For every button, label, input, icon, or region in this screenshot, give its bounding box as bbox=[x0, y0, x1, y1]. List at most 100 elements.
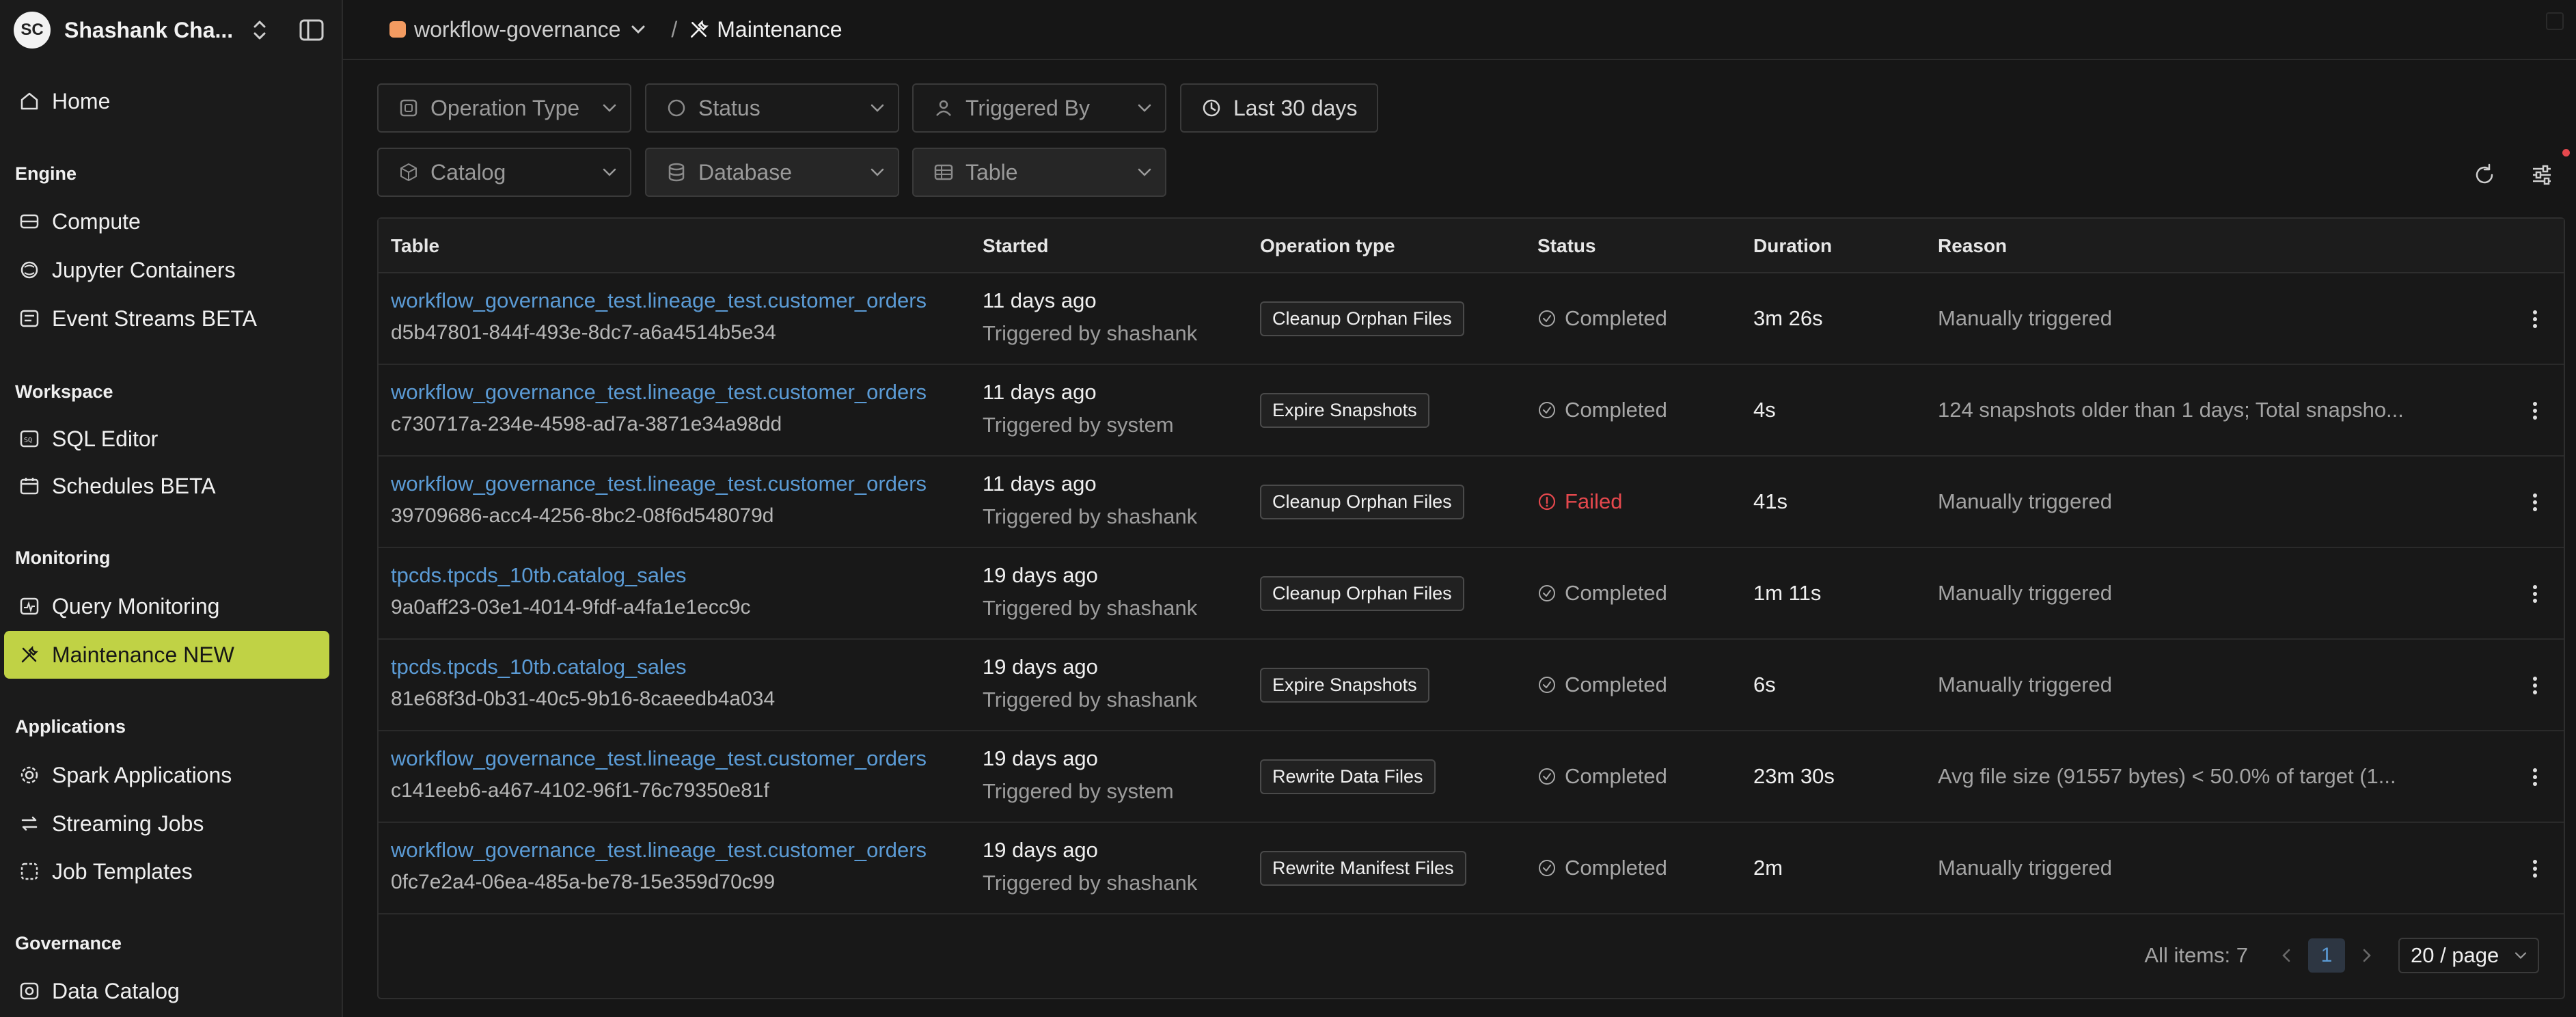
operation-type-filter[interactable]: Operation Type bbox=[377, 83, 631, 133]
run-id: 81e68f3d-0b31-40c5-9b16-8caeedb4a034 bbox=[391, 688, 776, 710]
operation-cell: Cleanup Orphan Files bbox=[1260, 301, 1464, 336]
page-size-select[interactable]: 20 / page bbox=[2398, 938, 2539, 973]
user-menu[interactable]: SC Shashank Cha... bbox=[14, 8, 335, 52]
chevron-down-icon bbox=[1136, 167, 1153, 178]
sidebar-item-compute[interactable]: Compute bbox=[4, 198, 329, 245]
table-row[interactable]: workflow_governance_test.lineage_test.cu… bbox=[379, 365, 2564, 457]
sidebar-toggle-icon[interactable] bbox=[297, 15, 327, 45]
table-link[interactable]: workflow_governance_test.lineage_test.cu… bbox=[391, 380, 927, 405]
column-header-table[interactable]: Table bbox=[391, 235, 439, 257]
workspace-selector[interactable]: workflow-governance bbox=[414, 17, 620, 42]
home-icon bbox=[15, 87, 44, 116]
sidebar-item-jupyter[interactable]: Jupyter Containers bbox=[4, 246, 329, 294]
maintenance-table: Table Started Operation type Status Dura… bbox=[377, 217, 2565, 999]
operation-cell: Cleanup Orphan Files bbox=[1260, 576, 1464, 611]
table-cell-name: tpcds.tpcds_10tb.catalog_sales 81e68f3d-0… bbox=[391, 655, 775, 711]
sidebar-item-event-streams[interactable]: Event Streams BETA bbox=[4, 295, 329, 342]
nav-section-monitoring: Monitoring bbox=[15, 547, 111, 568]
refresh-icon[interactable] bbox=[2468, 159, 2501, 191]
started-time: 19 days ago bbox=[983, 746, 1098, 770]
sidebar-item-spark-applications[interactable]: Spark Applications bbox=[4, 751, 329, 799]
operation-cell: Rewrite Data Files bbox=[1260, 759, 1436, 794]
duration: 3m 26s bbox=[1753, 306, 1823, 330]
chevron-down-icon bbox=[1136, 103, 1153, 113]
operation-icon bbox=[396, 96, 421, 120]
triggered-by: Triggered by system bbox=[983, 779, 1174, 803]
sidebar-item-label: Compute bbox=[52, 208, 141, 234]
run-id: d5b47801-844f-493e-8dc7-a6a4514b5e34 bbox=[391, 321, 776, 344]
more-options-icon[interactable] bbox=[2521, 855, 2549, 882]
started-time: 19 days ago bbox=[983, 838, 1098, 862]
operation-badge: Cleanup Orphan Files bbox=[1260, 485, 1464, 519]
window-control[interactable] bbox=[2546, 12, 2564, 30]
next-page-icon[interactable] bbox=[2355, 943, 2379, 968]
table-link[interactable]: workflow_governance_test.lineage_test.cu… bbox=[391, 288, 927, 313]
sidebar-item-label: Home bbox=[52, 88, 111, 113]
page-number[interactable]: 1 bbox=[2308, 938, 2345, 973]
operation-cell: Rewrite Manifest Files bbox=[1260, 851, 1466, 886]
date-range-button[interactable]: Last 30 days bbox=[1180, 83, 1378, 133]
table-row[interactable]: workflow_governance_test.lineage_test.cu… bbox=[379, 731, 2564, 823]
table-link[interactable]: workflow_governance_test.lineage_test.cu… bbox=[391, 472, 927, 496]
column-header-operation-type[interactable]: Operation type bbox=[1260, 235, 1395, 257]
run-id: 39709686-acc4-4256-8bc2-08f6d548079d bbox=[391, 504, 774, 527]
more-options-icon[interactable] bbox=[2521, 672, 2549, 699]
catalog-filter[interactable]: Catalog bbox=[377, 148, 631, 197]
settings-sliders-icon[interactable] bbox=[2525, 159, 2558, 191]
triggered-by: Triggered by shashank bbox=[983, 871, 1198, 895]
more-options-icon[interactable] bbox=[2521, 763, 2549, 791]
sidebar-item-label: Data Catalog bbox=[52, 978, 180, 1003]
sidebar: SC Shashank Cha... Home Engine Compute J… bbox=[0, 0, 343, 1017]
chevron-up-down-icon[interactable] bbox=[246, 16, 273, 44]
arrows-swap-icon bbox=[15, 809, 44, 838]
triggered-by-filter[interactable]: Triggered By bbox=[912, 83, 1166, 133]
database-filter[interactable]: Database bbox=[645, 148, 899, 197]
more-options-icon[interactable] bbox=[2521, 306, 2549, 333]
table-row[interactable]: tpcds.tpcds_10tb.catalog_sales 81e68f3d-0… bbox=[379, 640, 2564, 731]
sidebar-item-maintenance[interactable]: Maintenance NEW bbox=[4, 631, 329, 679]
started-time: 19 days ago bbox=[983, 563, 1098, 587]
started-time: 19 days ago bbox=[983, 655, 1098, 679]
table-link[interactable]: workflow_governance_test.lineage_test.cu… bbox=[391, 838, 927, 863]
sidebar-item-home[interactable]: Home bbox=[4, 77, 329, 125]
run-id: 0fc7e2a4-06ea-485a-be78-15e359d70c99 bbox=[391, 871, 776, 893]
column-header-duration[interactable]: Duration bbox=[1753, 235, 1832, 257]
sidebar-item-label: Jupyter Containers bbox=[52, 257, 236, 282]
nav-section-governance: Governance bbox=[15, 933, 122, 953]
column-header-reason[interactable]: Reason bbox=[1938, 235, 2007, 257]
table-link[interactable]: tpcds.tpcds_10tb.catalog_sales bbox=[391, 563, 751, 588]
column-header-started[interactable]: Started bbox=[983, 235, 1048, 257]
started-time: 11 days ago bbox=[983, 472, 1097, 496]
column-header-status[interactable]: Status bbox=[1537, 235, 1596, 257]
table-link[interactable]: tpcds.tpcds_10tb.catalog_sales bbox=[391, 655, 775, 679]
tools-icon bbox=[688, 18, 710, 40]
chevron-down-icon[interactable] bbox=[630, 24, 646, 35]
duration: 4s bbox=[1753, 398, 1776, 422]
calendar-icon bbox=[15, 472, 44, 500]
alert-circle-icon bbox=[1537, 491, 1559, 513]
page-size-value: 20 / page bbox=[2411, 943, 2499, 967]
nav-section-workspace: Workspace bbox=[15, 381, 113, 402]
table-row[interactable]: workflow_governance_test.lineage_test.cu… bbox=[379, 273, 2564, 365]
prev-page-icon[interactable] bbox=[2274, 943, 2299, 968]
table-row[interactable]: workflow_governance_test.lineage_test.cu… bbox=[379, 457, 2564, 548]
more-options-icon[interactable] bbox=[2521, 580, 2549, 608]
sidebar-item-job-templates[interactable]: Job Templates bbox=[4, 848, 329, 895]
table-row[interactable]: tpcds.tpcds_10tb.catalog_sales 9a0aff23-0… bbox=[379, 548, 2564, 640]
more-options-icon[interactable] bbox=[2521, 397, 2549, 424]
sidebar-item-query-monitoring[interactable]: Query Monitoring bbox=[4, 582, 329, 630]
started-cell: 19 days ago Triggered by shashank bbox=[983, 655, 1197, 712]
run-id: c730717a-234e-4598-ad7a-3871e34a98dd bbox=[391, 413, 782, 435]
status-filter[interactable]: Status bbox=[645, 83, 899, 133]
sidebar-item-data-catalog[interactable]: Data Catalog bbox=[4, 967, 329, 1015]
sidebar-item-schedules[interactable]: Schedules BETA bbox=[4, 462, 329, 510]
table-link[interactable]: workflow_governance_test.lineage_test.cu… bbox=[391, 746, 927, 771]
more-options-icon[interactable] bbox=[2521, 489, 2549, 516]
sidebar-item-sql-editor[interactable]: SQ SQL Editor bbox=[4, 415, 329, 463]
reason: Manually triggered bbox=[1938, 306, 2113, 330]
status-badge: Completed bbox=[1537, 856, 1667, 880]
sidebar-item-streaming-jobs[interactable]: Streaming Jobs bbox=[4, 800, 329, 848]
table-row[interactable]: workflow_governance_test.lineage_test.cu… bbox=[379, 823, 2564, 914]
table-filter[interactable]: Table bbox=[912, 148, 1166, 197]
started-cell: 19 days ago Triggered by shashank bbox=[983, 838, 1197, 895]
